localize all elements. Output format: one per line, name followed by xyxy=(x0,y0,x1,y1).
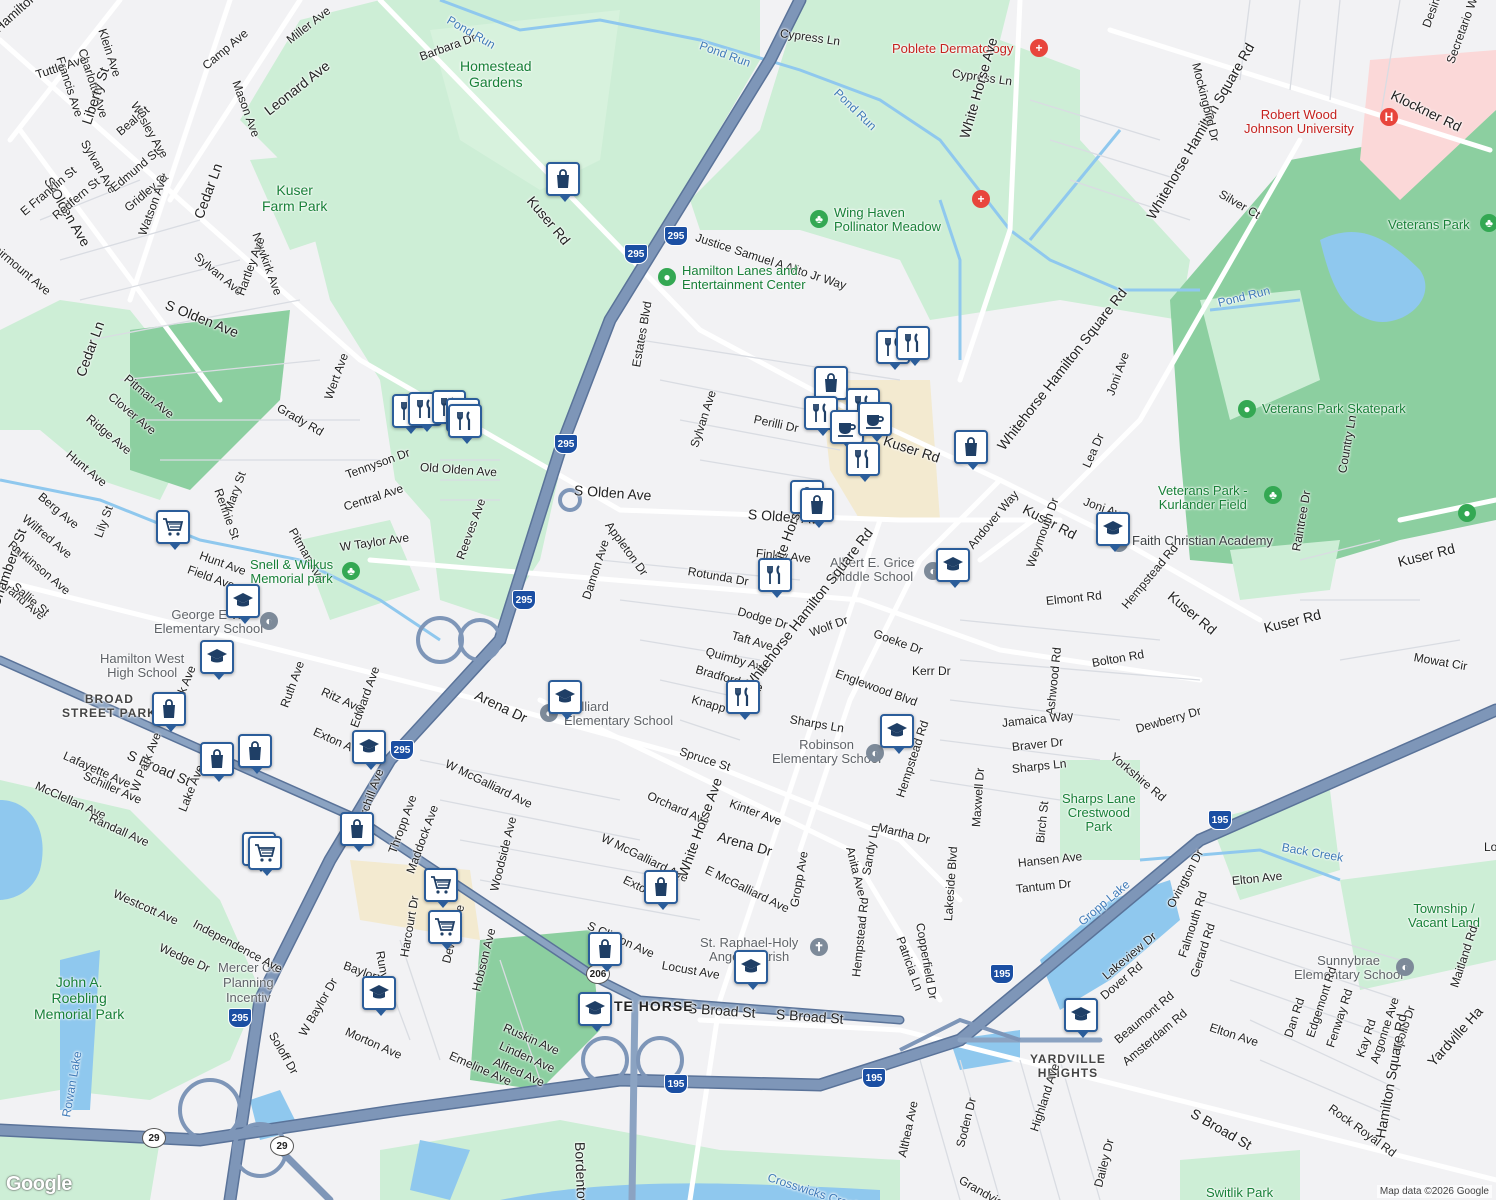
shopping-bag-icon xyxy=(805,493,829,517)
poi-pin-restaurant[interactable] xyxy=(726,680,760,720)
interstate-shield-icon: 295 xyxy=(624,244,648,264)
school-cap-icon xyxy=(1101,517,1125,541)
poi-pin-school[interactable] xyxy=(880,714,914,754)
poi-pin-restaurant[interactable] xyxy=(758,558,792,598)
google-logo: Google xyxy=(6,1173,72,1195)
school-cap-icon xyxy=(231,589,255,613)
shopping-cart-icon xyxy=(429,873,453,897)
school-cap-icon xyxy=(553,685,577,709)
poi-pin-shopping[interactable] xyxy=(644,870,678,910)
school-cap-icon xyxy=(367,981,391,1005)
park-icon[interactable]: ● xyxy=(1458,504,1476,522)
attraction-icon[interactable]: ● xyxy=(658,268,676,286)
coffee-cup-icon xyxy=(835,415,859,439)
state-route-shield-icon: 29 xyxy=(142,1128,166,1148)
school-marker-icon[interactable]: ◐ xyxy=(260,612,278,630)
poi-pin-shopping[interactable] xyxy=(588,932,622,972)
interstate-shield-icon: 295 xyxy=(390,740,414,760)
school-cap-icon xyxy=(205,645,229,669)
poi-pin-school[interactable] xyxy=(362,976,396,1016)
fork-knife-icon xyxy=(763,563,787,587)
poi-pin-school[interactable] xyxy=(548,680,582,720)
shopping-cart-icon xyxy=(433,915,457,939)
school-cap-icon xyxy=(357,735,381,759)
fork-knife-icon xyxy=(901,331,925,355)
poi-pin-school[interactable] xyxy=(578,992,612,1032)
interstate-shield-icon: 295 xyxy=(228,1008,252,1028)
poi-pin-school[interactable] xyxy=(1096,512,1130,552)
shopping-bag-icon xyxy=(819,371,843,395)
fork-knife-icon xyxy=(453,409,477,433)
poi-pin-shopping[interactable] xyxy=(238,734,272,774)
church-icon[interactable]: ✝ xyxy=(810,938,828,956)
poi-pin-school[interactable] xyxy=(936,548,970,588)
interstate-shield-icon: 195 xyxy=(664,1074,688,1094)
hospital-icon[interactable]: H xyxy=(1380,108,1398,126)
school-cap-icon xyxy=(583,997,607,1021)
school-cap-icon xyxy=(941,553,965,577)
poi-pin-school[interactable] xyxy=(200,640,234,680)
map-canvas[interactable]: Hamilton Ave Klein Ave Charlotte Ave Fra… xyxy=(0,0,1496,1200)
state-route-shield-icon: 29 xyxy=(270,1136,294,1156)
school-cap-icon xyxy=(885,719,909,743)
interstate-shield-icon: 295 xyxy=(664,226,688,246)
poi-pin-cafe[interactable] xyxy=(858,402,892,442)
poi-pin-grocery[interactable] xyxy=(424,868,458,908)
interstate-shield-icon: 295 xyxy=(512,590,536,610)
shopping-bag-icon xyxy=(959,435,983,459)
shopping-bag-icon xyxy=(593,937,617,961)
interstate-shield-icon: 195 xyxy=(862,1068,886,1088)
fork-knife-icon xyxy=(731,685,755,709)
shopping-bag-icon xyxy=(243,739,267,763)
shopping-bag-icon xyxy=(345,817,369,841)
fork-knife-icon xyxy=(851,447,875,471)
coffee-cup-icon xyxy=(863,407,887,431)
poi-pin-shopping[interactable] xyxy=(152,692,186,732)
park-icon[interactable]: ♣ xyxy=(1264,486,1282,504)
poi-pin-restaurant[interactable] xyxy=(896,326,930,366)
map-attribution[interactable]: Map data ©2026 Google xyxy=(1376,1185,1492,1198)
shopping-cart-icon xyxy=(161,515,185,539)
poi-pin-school[interactable] xyxy=(1064,998,1098,1038)
shopping-bag-icon xyxy=(649,875,673,899)
school-cap-icon xyxy=(1069,1003,1093,1027)
shopping-cart-icon xyxy=(253,841,277,865)
interstate-shield-icon: 195 xyxy=(990,964,1014,984)
poi-pin-restaurant[interactable] xyxy=(448,404,482,444)
poi-pin-shopping[interactable] xyxy=(800,488,834,528)
poi-pin-restaurant[interactable] xyxy=(846,442,880,482)
shopping-bag-icon xyxy=(205,747,229,771)
attraction-icon[interactable]: ● xyxy=(1238,400,1256,418)
interstate-shield-icon: 295 xyxy=(554,434,578,454)
shopping-bag-icon xyxy=(551,167,575,191)
interstate-shield-icon: 195 xyxy=(1208,810,1232,830)
poi-pin-school[interactable] xyxy=(226,584,260,624)
hospital-icon[interactable]: + xyxy=(972,190,990,208)
poi-pin-school[interactable] xyxy=(734,950,768,990)
poi-pin-shopping[interactable] xyxy=(814,366,848,406)
school-marker-icon[interactable]: ◐ xyxy=(1396,958,1414,976)
park-icon[interactable]: ♣ xyxy=(810,210,828,228)
hospital-icon[interactable]: + xyxy=(1030,39,1048,57)
poi-pin-grocery[interactable] xyxy=(156,510,190,550)
park-icon[interactable]: ♣ xyxy=(342,562,360,580)
poi-pin-shopping[interactable] xyxy=(200,742,234,782)
shopping-bag-icon xyxy=(157,697,181,721)
poi-pin-shopping[interactable] xyxy=(954,430,988,470)
poi-pin-grocery[interactable] xyxy=(428,910,462,950)
school-cap-icon xyxy=(739,955,763,979)
poi-pin-grocery[interactable] xyxy=(248,836,282,876)
poi-pin-shopping[interactable] xyxy=(546,162,580,202)
park-icon[interactable]: ♣ xyxy=(1480,214,1496,232)
poi-pin-shopping[interactable] xyxy=(340,812,374,852)
map-base-layer xyxy=(0,0,1496,1200)
poi-pin-school[interactable] xyxy=(352,730,386,770)
